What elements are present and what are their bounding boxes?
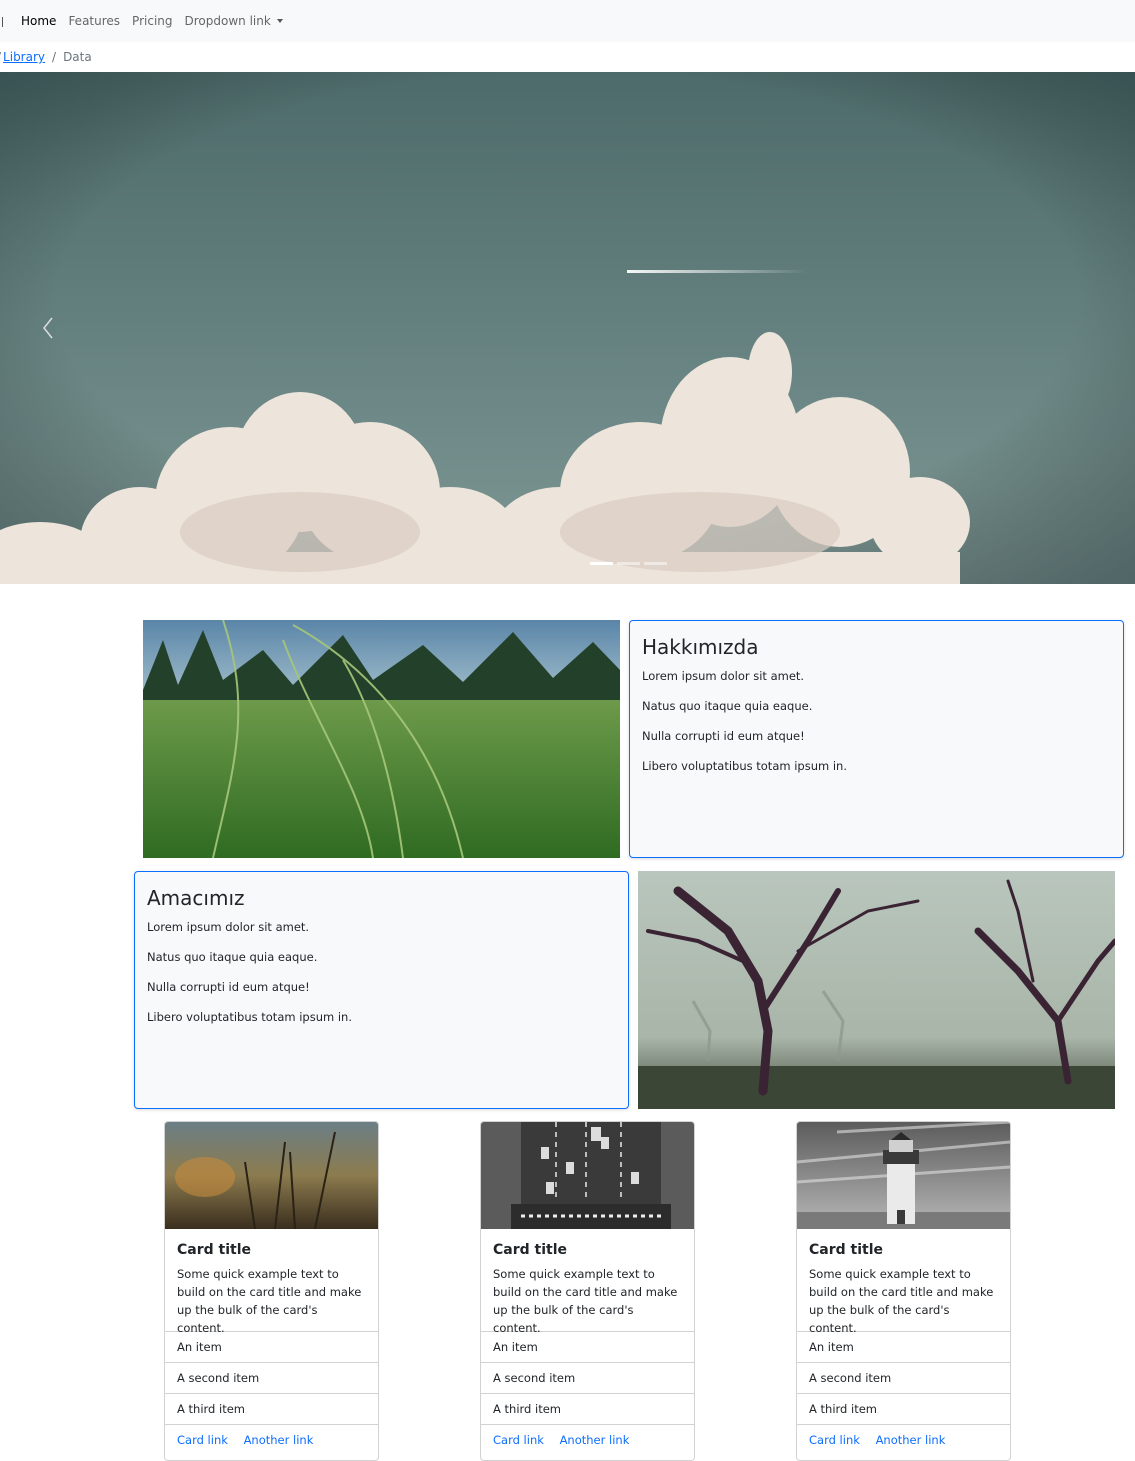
mission-card: Amacımız Lorem ipsum dolor sit amet. Nat… — [134, 871, 629, 1109]
about-card: Hakkımızda Lorem ipsum dolor sit amet. N… — [629, 620, 1124, 858]
card-text: Some quick example text to build on the … — [809, 1267, 994, 1335]
product-card: Card title Some quick example text to bu… — [796, 1121, 1011, 1461]
card-image — [797, 1122, 1010, 1229]
card-links: Card link Another link — [797, 1424, 1010, 1455]
list-item: An item — [797, 1331, 1010, 1362]
nav-dropdown-label: Dropdown link — [184, 14, 271, 28]
nav-dropdown-toggle[interactable]: Dropdown link — [185, 14, 283, 28]
mission-line: Lorem ipsum dolor sit amet. — [147, 920, 310, 934]
about-line: Libero voluptatibus totam ipsum in. — [642, 759, 847, 773]
breadcrumb-link-library[interactable]: Library — [3, 50, 45, 64]
card-link[interactable]: Card link — [809, 1433, 860, 1447]
about-line: Natus quo itaque quia eaque. — [642, 699, 813, 713]
carousel-indicator[interactable] — [590, 562, 613, 565]
about-line: Nulla corrupti id eum atque! — [642, 729, 805, 743]
chevron-left-icon — [43, 317, 53, 339]
card-title: Card title — [177, 1242, 251, 1258]
hero-carousel — [0, 72, 1135, 584]
nav-link-features[interactable]: Features — [68, 14, 120, 28]
list-item: A third item — [165, 1393, 378, 1424]
another-link[interactable]: Another link — [244, 1433, 314, 1447]
card-title: Card title — [809, 1242, 883, 1258]
card-link[interactable]: Card link — [493, 1433, 544, 1447]
card-links: Card link Another link — [165, 1424, 378, 1455]
list-item: An item — [165, 1331, 378, 1362]
card-title: Card title — [493, 1242, 567, 1258]
carousel-prev-button[interactable] — [0, 72, 96, 584]
product-card: Card title Some quick example text to bu… — [164, 1121, 379, 1461]
another-link[interactable]: Another link — [560, 1433, 630, 1447]
breadcrumb-current: Data — [63, 50, 92, 64]
breadcrumb-separator: / — [0, 50, 1, 64]
list-item: A third item — [481, 1393, 694, 1424]
carousel-indicator[interactable] — [644, 562, 667, 565]
mission-title: Amacımız — [147, 886, 245, 910]
list-item: A second item — [797, 1362, 1010, 1393]
carousel-indicators — [590, 562, 671, 565]
trees-photo — [638, 871, 1115, 1109]
list-item: A second item — [165, 1362, 378, 1393]
card-text: Some quick example text to build on the … — [177, 1267, 362, 1335]
nav-link-home[interactable]: Home — [21, 14, 56, 28]
mission-line: Nulla corrupti id eum atque! — [147, 980, 310, 994]
navbar: Home Features Pricing Dropdown link — [0, 0, 1135, 42]
product-card: Card title Some quick example text to bu… — [480, 1121, 695, 1461]
carousel-slide-image — [0, 72, 1135, 584]
card-text: Some quick example text to build on the … — [493, 1267, 678, 1335]
carousel-indicator[interactable] — [617, 562, 640, 565]
navbar-brand-fragment[interactable] — [0, 17, 3, 27]
card-body: Card title Some quick example text to bu… — [481, 1229, 694, 1335]
another-link[interactable]: Another link — [876, 1433, 946, 1447]
card-image — [165, 1122, 378, 1229]
mission-line: Libero voluptatibus totam ipsum in. — [147, 1010, 352, 1024]
nav-links: Home Features Pricing Dropdown link — [21, 0, 295, 42]
mission-line: Natus quo itaque quia eaque. — [147, 950, 318, 964]
card-links: Card link Another link — [481, 1424, 694, 1455]
about-title: Hakkımızda — [642, 635, 759, 659]
card-image — [481, 1122, 694, 1229]
breadcrumb: / Library / Data — [0, 42, 1135, 72]
list-item: A third item — [797, 1393, 1010, 1424]
nav-link-pricing[interactable]: Pricing — [132, 14, 172, 28]
breadcrumb-separator: / — [52, 50, 57, 64]
card-link[interactable]: Card link — [177, 1433, 228, 1447]
caret-down-icon — [276, 19, 283, 23]
card-body: Card title Some quick example text to bu… — [165, 1229, 378, 1335]
grass-photo — [143, 620, 620, 858]
about-line: Lorem ipsum dolor sit amet. — [642, 669, 805, 683]
card-body: Card title Some quick example text to bu… — [797, 1229, 1010, 1335]
list-item: An item — [481, 1331, 694, 1362]
list-item: A second item — [481, 1362, 694, 1393]
